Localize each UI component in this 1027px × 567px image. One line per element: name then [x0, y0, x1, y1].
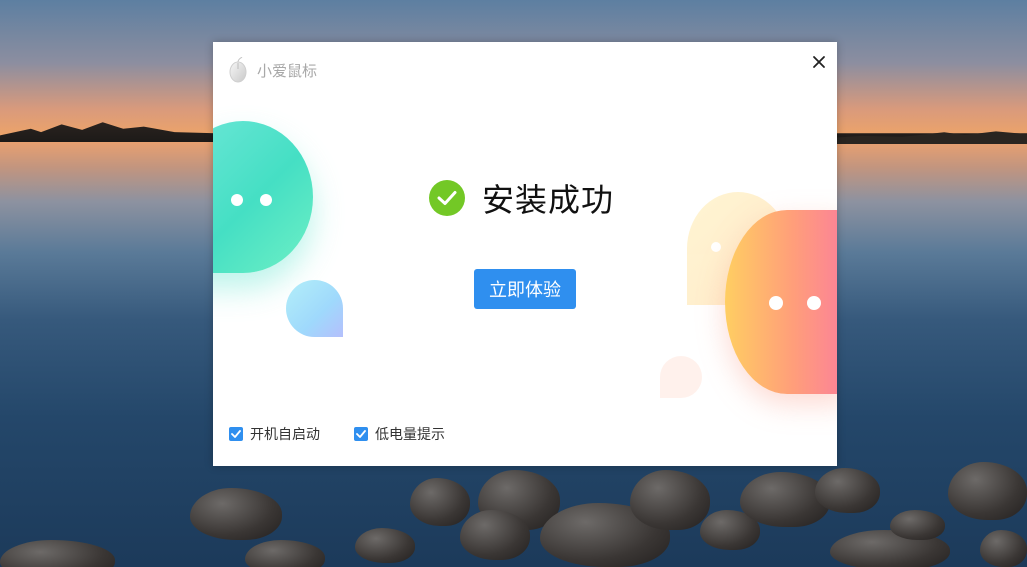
- rock: [815, 468, 880, 513]
- orange-blob-decoration: [725, 210, 837, 394]
- rock: [355, 528, 415, 563]
- option-autostart[interactable]: 开机自启动: [229, 424, 320, 444]
- rock: [948, 462, 1027, 520]
- rock: [890, 510, 945, 540]
- blob-eye: [711, 242, 721, 252]
- success-text: 安装成功: [482, 181, 615, 219]
- mouse-icon: [229, 56, 247, 83]
- titlebar: 小爱鼠标: [213, 42, 837, 94]
- option-low-battery-alert[interactable]: 低电量提示: [354, 424, 445, 444]
- cyan-blob-decoration: [213, 121, 313, 273]
- checkbox-checked-icon[interactable]: [354, 427, 368, 441]
- rock: [410, 478, 470, 526]
- checkbox-checked-icon[interactable]: [229, 427, 243, 441]
- peach-blob-decoration: [660, 356, 702, 398]
- close-button[interactable]: [807, 50, 831, 74]
- app-title: 小爱鼠标: [257, 62, 318, 80]
- option-autostart-label: 开机自启动: [250, 427, 320, 443]
- rock: [190, 488, 282, 540]
- option-low-battery-label: 低电量提示: [375, 427, 445, 443]
- rock: [460, 510, 530, 560]
- blob-eye: [231, 194, 243, 206]
- success-message: 安装成功: [429, 178, 615, 219]
- blob-eye: [260, 194, 272, 206]
- rock: [630, 470, 710, 530]
- blob-eye: [769, 296, 783, 310]
- close-icon: [807, 56, 831, 78]
- try-now-button[interactable]: 立即体验: [474, 269, 576, 309]
- blue-blob-decoration: [286, 280, 343, 337]
- checkmark-circle-icon: [429, 180, 465, 216]
- install-dialog: 小爱鼠标 安装成功 立即体验 开机自启动 低电量提示: [213, 42, 837, 466]
- blob-eye: [807, 296, 821, 310]
- rock: [980, 530, 1027, 567]
